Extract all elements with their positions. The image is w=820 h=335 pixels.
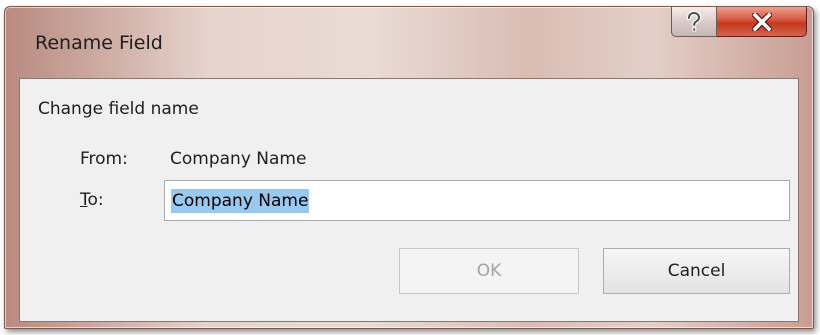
to-label-mnemonic: T [80,190,88,210]
to-label-text: o: [87,190,104,210]
from-value: Company Name [170,149,307,169]
to-label: To: [80,190,104,210]
help-button[interactable] [671,7,717,37]
close-x-icon [751,12,772,31]
cancel-button[interactable]: Cancel [603,248,790,294]
from-label: From: [80,149,128,169]
title-bar-buttons [671,7,807,37]
to-field[interactable]: Company Name [164,180,790,221]
to-field-selected-text: Company Name [171,188,310,213]
dialog-title: Rename Field [35,32,163,54]
dialog-heading: Change field name [38,99,199,119]
ok-button[interactable]: OK [399,248,579,294]
close-button[interactable] [717,7,807,37]
question-mark-icon [686,10,702,31]
